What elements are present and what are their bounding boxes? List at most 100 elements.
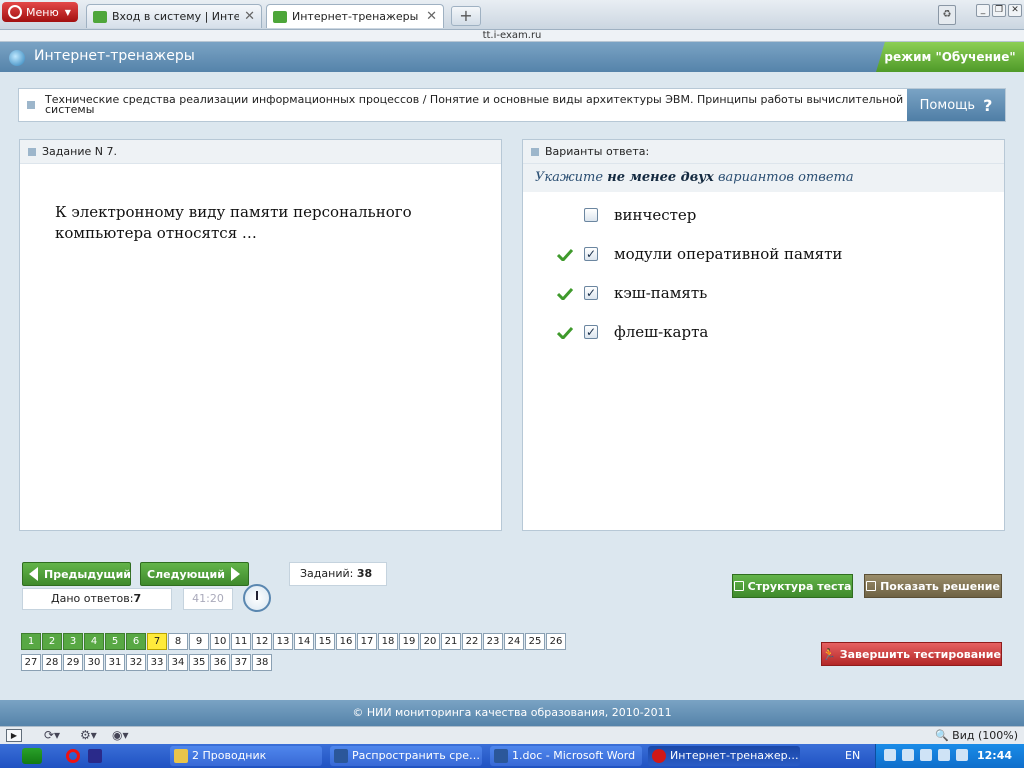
- task-number-button[interactable]: 32: [126, 654, 146, 671]
- volume-icon[interactable]: [920, 749, 932, 761]
- task-number-button[interactable]: 8: [168, 633, 188, 650]
- taskbar-item-explorer[interactable]: 2 Проводник: [170, 746, 322, 766]
- task-number-button[interactable]: 31: [105, 654, 125, 671]
- task-number-button[interactable]: 10: [210, 633, 230, 650]
- answer-checkbox[interactable]: ✓: [584, 247, 598, 261]
- breadcrumb-text: Технические средства реализации информац…: [45, 93, 904, 116]
- task-number-button[interactable]: 12: [252, 633, 272, 650]
- browser-status-bar: ▶ ⟳▾ ⚙▾ ◉▾ 🔍 Вид (100%): [0, 726, 1024, 744]
- task-number-button[interactable]: 16: [336, 633, 356, 650]
- close-window-icon[interactable]: ✕: [1008, 4, 1022, 17]
- minimize-icon[interactable]: _: [976, 4, 990, 17]
- opera-menu-button[interactable]: Меню ▼: [2, 2, 78, 22]
- test-structure-button[interactable]: Структура теста: [732, 574, 853, 598]
- task-number-button[interactable]: 18: [378, 633, 398, 650]
- task-number-button[interactable]: 25: [525, 633, 545, 650]
- answer-checkbox[interactable]: ✓: [584, 325, 598, 339]
- taskbar-item-opera[interactable]: Интернет-тренажер…: [648, 746, 800, 766]
- book-icon: [866, 581, 877, 591]
- answer-checkbox[interactable]: ✓: [584, 286, 598, 300]
- word-icon: [334, 749, 348, 763]
- answer-option[interactable]: винчестер: [523, 205, 1003, 227]
- task-number-button[interactable]: 13: [273, 633, 293, 650]
- finish-test-button[interactable]: 🏃 Завершить тестирование: [821, 642, 1002, 666]
- task-number-button[interactable]: 30: [84, 654, 104, 671]
- task-number-button[interactable]: 15: [315, 633, 335, 650]
- task-number-button[interactable]: 9: [189, 633, 209, 650]
- task-number-button[interactable]: 23: [483, 633, 503, 650]
- browser-tab-bar: Меню ▼ Вход в систему | Интер… ✕ Интерне…: [0, 0, 1024, 30]
- zoom-label[interactable]: 🔍 Вид (100%): [935, 729, 1018, 742]
- task-number-button[interactable]: 19: [399, 633, 419, 650]
- answer-option[interactable]: ✓ модули оперативной памяти: [523, 244, 1003, 266]
- task-number-button[interactable]: 38: [252, 654, 272, 671]
- previous-button[interactable]: Предыдущий: [22, 562, 131, 586]
- tab-login[interactable]: Вход в систему | Интер… ✕: [86, 4, 262, 28]
- task-number-button[interactable]: 24: [504, 633, 524, 650]
- turbo-icon[interactable]: ⚙▾: [80, 728, 97, 742]
- next-button[interactable]: Следующий: [140, 562, 249, 586]
- panel-toggle-icon[interactable]: ▶: [6, 729, 22, 742]
- taskbar-item-word1[interactable]: Распространить сре…: [330, 746, 482, 766]
- clock-icon: [243, 584, 271, 612]
- tray-app-icon[interactable]: [884, 749, 896, 761]
- answered-label: Дано ответов:: [51, 592, 134, 605]
- task-number-button[interactable]: 2: [42, 633, 62, 650]
- task-number-button[interactable]: 35: [189, 654, 209, 671]
- reload-icon[interactable]: ⟳▾: [44, 728, 60, 742]
- task-number-button[interactable]: 11: [231, 633, 251, 650]
- task-number-button[interactable]: 29: [63, 654, 83, 671]
- close-tab-icon[interactable]: ✕: [426, 9, 437, 24]
- task-number-button[interactable]: 20: [420, 633, 440, 650]
- help-button[interactable]: Помощь ?: [907, 89, 1005, 121]
- tab-trainers[interactable]: Интернет-тренажеры ✕: [266, 4, 444, 28]
- zoom-value: Вид (100%): [952, 729, 1018, 742]
- tab-label: Интернет-тренажеры: [292, 10, 419, 23]
- task-number-button[interactable]: 26: [546, 633, 566, 650]
- trash-icon[interactable]: ♻: [938, 5, 956, 25]
- task-number-button[interactable]: 7: [147, 633, 167, 650]
- answer-panel: Варианты ответа: Укажите не менее двух в…: [522, 139, 1005, 531]
- task-number-button[interactable]: 22: [462, 633, 482, 650]
- task-number-button[interactable]: 1: [21, 633, 41, 650]
- task-number-button[interactable]: 6: [126, 633, 146, 650]
- task-number-button[interactable]: 37: [231, 654, 251, 671]
- task-number-button[interactable]: 17: [357, 633, 377, 650]
- tray-shield-icon[interactable]: [956, 749, 968, 761]
- task-number-button[interactable]: 4: [84, 633, 104, 650]
- instruction-pre: Укажите: [535, 170, 604, 185]
- network-icon[interactable]: [902, 749, 914, 761]
- taskbar-item-word2[interactable]: 1.doc - Microsoft Word: [490, 746, 642, 766]
- app-title: Интернет-тренажеры: [34, 48, 195, 64]
- chevron-down-icon: ▼: [64, 7, 71, 17]
- answer-checkbox[interactable]: [584, 208, 598, 222]
- answer-option[interactable]: ✓ кэш-память: [523, 283, 1003, 305]
- task-number-button[interactable]: 3: [63, 633, 83, 650]
- opera-quicklaunch-icon[interactable]: [66, 749, 80, 763]
- task-number-button[interactable]: 34: [168, 654, 188, 671]
- answer-option-label: винчестер: [614, 206, 697, 224]
- task-number-button[interactable]: 14: [294, 633, 314, 650]
- task-panel: Задание N 7. К электронному виду памяти …: [19, 139, 502, 531]
- close-tab-icon[interactable]: ✕: [244, 9, 255, 24]
- answer-option[interactable]: ✓ флеш-карта: [523, 322, 1003, 344]
- task-number-button[interactable]: 27: [21, 654, 41, 671]
- tray-status-icon[interactable]: [938, 749, 950, 761]
- url-display[interactable]: tt.i-exam.ru: [0, 30, 1024, 42]
- task-number-button[interactable]: 21: [441, 633, 461, 650]
- show-solution-button[interactable]: Показать решение: [864, 574, 1002, 598]
- answer-option-label: модули оперативной памяти: [614, 245, 843, 263]
- breadcrumb: Технические средства реализации информац…: [18, 88, 1006, 122]
- new-tab-button[interactable]: +: [451, 6, 481, 26]
- taskbar-label: Интернет-тренажер…: [670, 749, 799, 762]
- task-number-button[interactable]: 36: [210, 654, 230, 671]
- task-number-button[interactable]: 33: [147, 654, 167, 671]
- task-number-button[interactable]: 28: [42, 654, 62, 671]
- restore-icon[interactable]: ❐: [992, 4, 1006, 17]
- timer-display: 41:20: [183, 588, 233, 610]
- speed-dial-icon[interactable]: ◉▾: [112, 728, 129, 742]
- task-number-button[interactable]: 5: [105, 633, 125, 650]
- start-icon[interactable]: [22, 748, 42, 764]
- language-indicator[interactable]: EN: [845, 749, 860, 762]
- app-quicklaunch-icon[interactable]: [88, 749, 102, 763]
